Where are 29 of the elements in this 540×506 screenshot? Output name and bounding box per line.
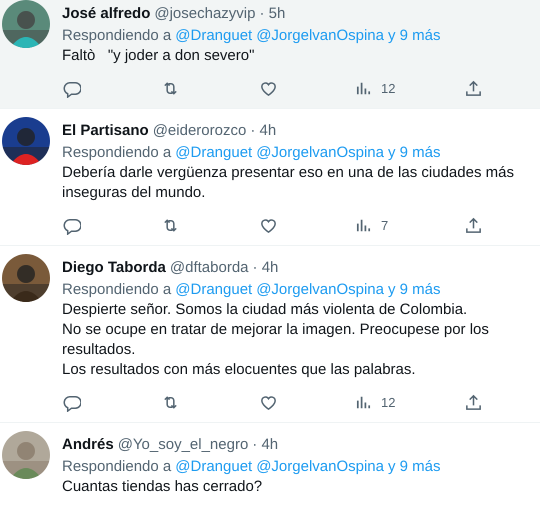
author-handle[interactable]: @Yo_soy_el_negro [118, 435, 248, 455]
post-time[interactable]: · 5h [259, 4, 286, 24]
tweet-card[interactable]: José alfredo @josechazyvip · 5h Respondiendo a @Dranguet @JorgelvanOspina y 9 más Faltò "y joder a don severo" 12 [0, 0, 540, 109]
post-time[interactable]: · 4h [250, 121, 276, 141]
replying-label: Respondiendo a [62, 26, 172, 46]
share-icon [464, 216, 483, 234]
views-button[interactable]: 12 [354, 78, 464, 98]
replying-label: Respondiendo a [62, 143, 172, 163]
share-icon [464, 392, 483, 412]
post-time[interactable]: · 4h [252, 258, 278, 278]
tweet-text: Faltò "y joder a don severo" [62, 46, 256, 66]
share-icon [464, 78, 483, 98]
author-handle[interactable]: @dftaborda [170, 258, 249, 278]
author-name[interactable]: Andrés [62, 435, 114, 455]
author-name[interactable]: Diego Taborda [62, 258, 166, 278]
tweet-text: Los resultados con más elocuentes que las palabras. [62, 360, 417, 380]
tweet-text: Debería darle vergüenza presentar eso en una de las ciudades más inseguras del mundo. [62, 163, 515, 203]
post-time[interactable]: · 4h [252, 435, 278, 455]
replying-label: Respondiendo a [62, 457, 172, 477]
views-button[interactable]: 7 [354, 216, 464, 234]
tweet-text: Cuantas tiendas has cerrado? [62, 477, 264, 497]
author-handle[interactable]: @eiderorozco [152, 121, 246, 141]
author-handle[interactable]: @josechazyvip [154, 4, 256, 24]
tweet-text: Despierte señor. Somos la ciudad más violenta de Colombia. [62, 300, 468, 320]
replying-label: Respondiendo a [62, 280, 172, 300]
views-button[interactable]: 12 [354, 392, 464, 412]
author-name[interactable]: José alfredo [62, 4, 150, 24]
author-name[interactable]: El Partisano [62, 121, 149, 141]
tweet-text: No se ocupe en tratar de mejorar la imagen. Preocupese por los resultados. [62, 320, 490, 360]
